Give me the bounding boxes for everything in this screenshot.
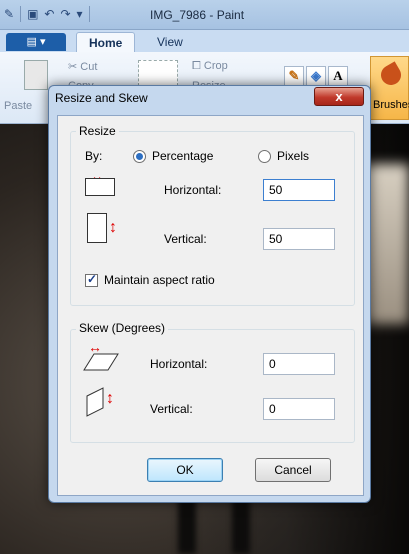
qat-divider <box>20 6 22 22</box>
ok-button[interactable]: OK <box>147 458 223 482</box>
customize-dropdown-icon[interactable]: ▾ <box>77 7 83 21</box>
paste-label[interactable]: Paste <box>4 100 32 112</box>
skew-horizontal-label: Horizontal: <box>150 357 208 371</box>
crop-button[interactable]: ⧠ Crop <box>192 60 228 73</box>
close-button[interactable]: x <box>314 87 364 106</box>
brush-icon <box>377 61 405 89</box>
dialog-title: Resize and Skew <box>55 91 148 105</box>
resize-horizontal-input[interactable]: 50 <box>263 179 335 201</box>
ribbon-tab-row: ▤ ▾ Home View <box>0 30 409 52</box>
brushes-button[interactable]: Brushes <box>370 56 409 120</box>
maintain-aspect-label[interactable]: Maintain aspect ratio <box>104 273 215 287</box>
cancel-button[interactable]: Cancel <box>255 458 331 482</box>
percentage-label[interactable]: Percentage <box>152 149 213 163</box>
cut-button[interactable]: ✂ Cut <box>68 60 97 73</box>
maintain-aspect-checkbox[interactable] <box>85 272 98 287</box>
window-titlebar: ✎ ▣ ↶ ↷ ▾ IMG_7986 - Paint <box>0 0 409 30</box>
paint-app-icon: ✎ <box>4 7 15 21</box>
skew-horizontal-input[interactable]: 0 <box>263 353 335 375</box>
resize-vertical-input[interactable]: 50 <box>263 228 335 250</box>
quick-access-toolbar: ✎ ▣ ↶ ↷ ▾ <box>4 6 90 22</box>
scissors-icon: ✂ <box>68 61 78 73</box>
fill-icon[interactable]: ◈ <box>306 66 326 86</box>
save-icon[interactable]: ▣ <box>27 7 38 21</box>
skew-vertical-label: Vertical: <box>150 402 193 416</box>
tools-group: ✎ ◈ A <box>284 66 348 86</box>
resize-group-label: Resize <box>76 124 119 138</box>
skew-group-label: Skew (Degrees) <box>76 321 169 335</box>
dialog-body: Resize By: Percentage Pixels ↔ Horizonta… <box>57 115 364 496</box>
skew-group <box>70 329 355 443</box>
qat-divider <box>88 6 90 22</box>
pencil-icon[interactable]: ✎ <box>284 66 304 86</box>
select-icon[interactable] <box>138 60 178 86</box>
tab-view[interactable]: View <box>145 32 195 52</box>
undo-icon[interactable]: ↶ <box>44 7 54 21</box>
by-label: By: <box>85 149 103 163</box>
resize-skew-dialog: Resize and Skew x Resize By: Percentage … <box>48 85 371 503</box>
redo-icon[interactable]: ↷ <box>60 7 70 21</box>
window-title: IMG_7986 - Paint <box>150 8 245 22</box>
brushes-label: Brushes <box>373 99 409 111</box>
text-icon[interactable]: A <box>328 66 348 86</box>
tab-home[interactable]: Home <box>76 32 136 52</box>
skew-vertical-input[interactable]: 0 <box>263 398 335 420</box>
resize-vertical-label: Vertical: <box>164 232 207 246</box>
pixels-radio[interactable] <box>258 150 271 163</box>
close-icon: x <box>335 89 343 104</box>
resize-horizontal-label: Horizontal: <box>164 183 222 197</box>
pixels-label[interactable]: Pixels <box>277 149 309 163</box>
paste-icon[interactable] <box>24 60 48 90</box>
percentage-radio[interactable] <box>133 150 146 163</box>
paint-menu-button[interactable]: ▤ ▾ <box>6 33 66 51</box>
crop-icon: ⧠ <box>192 60 201 72</box>
